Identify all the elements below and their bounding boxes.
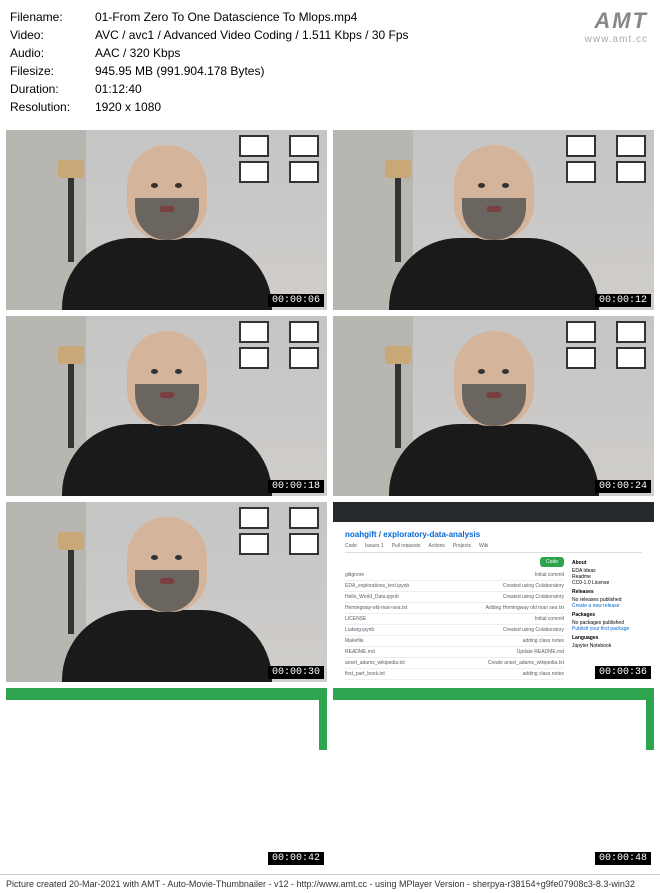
- video-label: Video:: [10, 26, 95, 44]
- thumbnail-7-notebook: 00:00:42: [6, 688, 327, 868]
- thumbnail-grid: 00:00:06 00:00:12 00:00:18 00:00:24 00:0…: [0, 124, 660, 874]
- thumbnail-1: 00:00:06: [6, 130, 327, 310]
- code-button: Code: [540, 557, 564, 567]
- repo-sidebar: About EDA Ideas Readme CC0-1.0 License R…: [572, 557, 642, 682]
- thumbnail-2: 00:00:12: [333, 130, 654, 310]
- thumbnail-4: 00:00:24: [333, 316, 654, 496]
- thumbnail-5: 00:00:30: [6, 502, 327, 682]
- timestamp: 00:00:06: [268, 294, 324, 307]
- metadata-header: Filename:01-From Zero To One Datascience…: [0, 0, 660, 124]
- video-value: AVC / avc1 / Advanced Video Coding / 1.5…: [95, 26, 409, 44]
- filesize-value: 945.95 MB (991.904.178 Bytes): [95, 62, 264, 80]
- audio-value: AAC / 320 Kbps: [95, 44, 180, 62]
- duration-label: Duration:: [10, 80, 95, 98]
- filesize-label: Filesize:: [10, 62, 95, 80]
- logo-title: AMT: [585, 8, 648, 34]
- file-list: Code gitignoreInitial commit EDA_explora…: [345, 557, 564, 682]
- footer-credit: Picture created 20-Mar-2021 with AMT - A…: [0, 874, 660, 893]
- amt-logo: AMT www.amt.cc: [585, 8, 648, 45]
- timestamp: 00:00:48: [595, 852, 651, 865]
- thumbnail-8-notebook: 00:00:48: [333, 688, 654, 868]
- repo-title: noahgift / exploratory-data-analysis: [345, 530, 642, 539]
- filename-value: 01-From Zero To One Datascience To Mlops…: [95, 8, 357, 26]
- logo-url: www.amt.cc: [585, 34, 648, 45]
- resolution-value: 1920 x 1080: [95, 98, 161, 116]
- thumbnail-6-github: noahgift / exploratory-data-analysis Cod…: [333, 502, 654, 682]
- filename-label: Filename:: [10, 8, 95, 26]
- timestamp: 00:00:42: [268, 852, 324, 865]
- audio-label: Audio:: [10, 44, 95, 62]
- timestamp: 00:00:30: [268, 666, 324, 679]
- timestamp: 00:00:12: [595, 294, 651, 307]
- timestamp: 00:00:36: [595, 666, 651, 679]
- timestamp: 00:00:24: [595, 480, 651, 493]
- thumbnail-3: 00:00:18: [6, 316, 327, 496]
- timestamp: 00:00:18: [268, 480, 324, 493]
- resolution-label: Resolution:: [10, 98, 95, 116]
- duration-value: 01:12:40: [95, 80, 142, 98]
- repo-tabs: CodeIssues 1Pull requestsActionsProjects…: [345, 543, 642, 553]
